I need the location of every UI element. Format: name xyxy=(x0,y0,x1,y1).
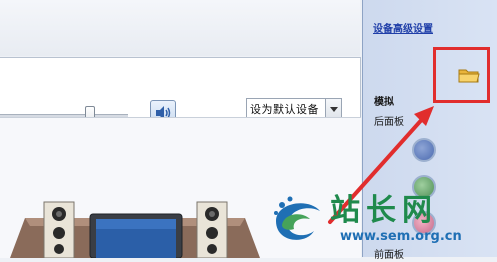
watermark-url: www.sem.org.cn xyxy=(340,229,462,244)
watermark-logo xyxy=(274,196,320,240)
watermark-title: 站长网 xyxy=(330,193,438,228)
watermark: 站长网 www.sem.org.cn xyxy=(268,185,488,257)
